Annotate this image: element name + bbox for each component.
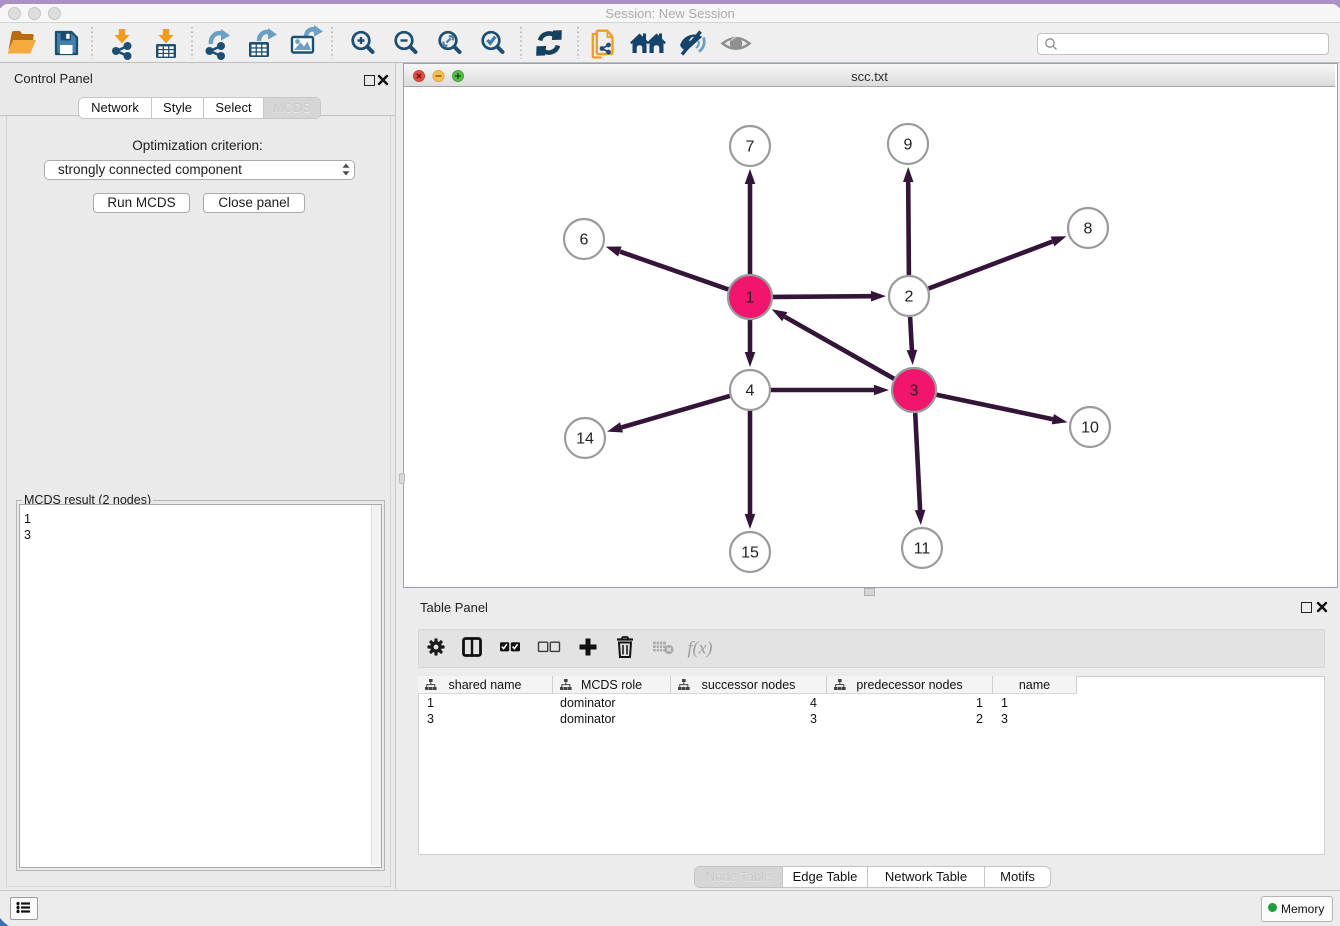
- svg-text:8: 8: [1084, 221, 1093, 238]
- svg-text:1: 1: [746, 290, 755, 307]
- svg-text:2: 2: [905, 289, 914, 306]
- svg-text:15: 15: [741, 545, 759, 562]
- svg-text:14: 14: [576, 431, 594, 448]
- svg-text:10: 10: [1081, 420, 1099, 437]
- svg-text:9: 9: [904, 137, 913, 154]
- svg-text:6: 6: [580, 232, 589, 249]
- svg-text:11: 11: [914, 541, 931, 558]
- svg-text:4: 4: [746, 383, 755, 400]
- svg-text:f(x): f(x): [688, 638, 713, 659]
- svg-text:3: 3: [910, 383, 919, 400]
- svg-text:7: 7: [746, 139, 755, 156]
